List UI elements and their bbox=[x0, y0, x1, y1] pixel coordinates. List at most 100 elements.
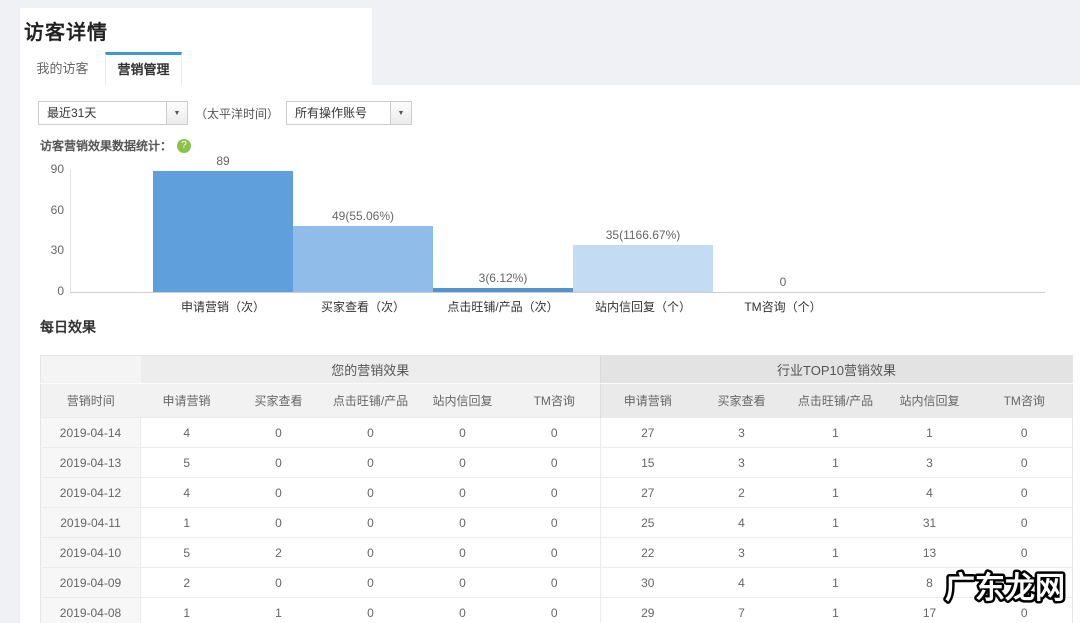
y-axis-line bbox=[70, 170, 71, 292]
your-effect-group-header: 您的营销效果 bbox=[140, 355, 601, 384]
your-effect-cell: 5 bbox=[140, 447, 233, 478]
column-header: TM咨询 bbox=[508, 383, 601, 418]
your-effect-cell: 0 bbox=[416, 417, 509, 448]
your-effect-cell: 0 bbox=[324, 537, 417, 568]
industry-effect-cell: 0 bbox=[976, 447, 1073, 478]
your-effect-cell: 0 bbox=[324, 567, 417, 598]
table-row: 2019-04-11 1 0 0 0 0 25 4 1 31 0 bbox=[40, 507, 1073, 538]
chart-y-tick: 90 bbox=[50, 162, 64, 176]
your-effect-cell: 1 bbox=[232, 597, 325, 623]
industry-effect-cell: 13 bbox=[882, 537, 977, 568]
date-cell: 2019-04-13 bbox=[40, 447, 141, 478]
daily-effect-table: 您的营销效果 行业TOP10营销效果 营销时间 申请营销 买家查看 点击旺铺/产品 站内… bbox=[40, 355, 1074, 623]
chart-section-label: 访客营销效果数据统计： bbox=[40, 139, 173, 153]
table-row: 2019-04-13 5 0 0 0 0 15 3 1 3 0 bbox=[40, 447, 1073, 478]
your-effect-cell: 0 bbox=[416, 507, 509, 538]
date-range-select[interactable]: 最近31天 ▼ bbox=[38, 101, 188, 125]
industry-effect-cell: 1 bbox=[788, 537, 883, 568]
chart-bar bbox=[573, 244, 713, 292]
industry-effect-cell: 8 bbox=[882, 567, 977, 598]
table-row: 2019-04-08 1 1 0 0 0 29 7 1 17 0 bbox=[40, 597, 1073, 623]
industry-effect-cell: 0 bbox=[976, 537, 1073, 568]
account-value: 所有操作账号 bbox=[295, 106, 368, 120]
industry-effect-cell: 4 bbox=[694, 567, 789, 598]
chart-x-axis-label: TM咨询（个） bbox=[744, 300, 822, 314]
table-row: 2019-04-14 4 0 0 0 0 27 3 1 1 0 bbox=[40, 417, 1073, 448]
page: 访客详情 我的访客 营销管理 最近31天 ▼ （太平洋时间） 所有操作账号 ▼ … bbox=[0, 0, 1080, 623]
your-effect-cell: 0 bbox=[324, 597, 417, 623]
industry-effect-cell: 27 bbox=[600, 477, 695, 508]
your-effect-cell: 0 bbox=[508, 417, 601, 448]
column-header: 申请营销 bbox=[600, 383, 695, 418]
chart-bar-value-label: 89 bbox=[216, 154, 230, 169]
table-row: 2019-04-09 2 0 0 0 0 30 4 1 8 0 bbox=[40, 567, 1073, 598]
industry-effect-cell: 30 bbox=[600, 567, 695, 598]
chart-section-header: 访客营销效果数据统计： ? bbox=[40, 137, 192, 154]
help-icon[interactable]: ? bbox=[177, 138, 192, 153]
industry-effect-cell: 3 bbox=[694, 417, 789, 448]
your-effect-cell: 0 bbox=[416, 597, 509, 623]
chart-y-tick: 0 bbox=[57, 284, 64, 298]
industry-effect-cell: 3 bbox=[694, 537, 789, 568]
industry-top10-group-header: 行业TOP10营销效果 bbox=[599, 355, 1073, 384]
account-select[interactable]: 所有操作账号 ▼ bbox=[286, 101, 413, 125]
marketing-time-column-header: 营销时间 bbox=[40, 383, 141, 418]
your-effect-cell: 0 bbox=[232, 417, 325, 448]
industry-effect-cell: 4 bbox=[694, 507, 789, 538]
column-header: 站内信回复 bbox=[882, 383, 977, 418]
tab-my-visitors[interactable]: 我的访客 bbox=[20, 52, 105, 85]
industry-effect-cell: 31 bbox=[882, 507, 977, 538]
industry-effect-cell: 25 bbox=[600, 507, 695, 538]
industry-effect-cell: 27 bbox=[600, 417, 695, 448]
chart-x-axis-label: 站内信回复（个） bbox=[594, 300, 691, 314]
industry-effect-cell: 1 bbox=[882, 417, 977, 448]
table-row: 2019-04-10 5 2 0 0 0 22 3 1 13 0 bbox=[40, 537, 1073, 568]
x-axis-line bbox=[70, 292, 1045, 293]
industry-effect-cell: 3 bbox=[694, 447, 789, 478]
your-effect-cell: 0 bbox=[508, 597, 601, 623]
your-effect-cell: 0 bbox=[416, 537, 509, 568]
group-header-row: 您的营销效果 行业TOP10营销效果 bbox=[40, 355, 1073, 384]
industry-effect-cell: 17 bbox=[882, 597, 977, 623]
chevron-down-icon[interactable]: ▼ bbox=[390, 102, 412, 124]
date-range-value: 最近31天 bbox=[47, 106, 97, 120]
your-effect-cell: 0 bbox=[508, 567, 601, 598]
industry-effect-cell: 0 bbox=[976, 477, 1073, 508]
chart-x-axis-label: 买家查看（次） bbox=[320, 300, 405, 314]
your-effect-cell: 4 bbox=[140, 477, 233, 508]
column-header: 站内信回复 bbox=[416, 383, 509, 418]
industry-effect-cell: 0 bbox=[976, 417, 1073, 448]
column-header: TM咨询 bbox=[976, 383, 1073, 418]
your-effect-cell: 0 bbox=[508, 447, 601, 478]
chart-bar bbox=[153, 171, 293, 292]
industry-effect-cell: 0 bbox=[976, 507, 1073, 538]
timezone-note: （太平洋时间） bbox=[195, 106, 280, 121]
page-title: 访客详情 bbox=[24, 22, 108, 44]
date-cell: 2019-04-12 bbox=[40, 477, 141, 508]
your-effect-cell: 0 bbox=[232, 477, 325, 508]
your-effect-cell: 5 bbox=[140, 537, 233, 568]
chart-x-axis-label: 申请营销（次） bbox=[180, 300, 265, 314]
your-effect-cell: 0 bbox=[416, 567, 509, 598]
your-effect-cell: 2 bbox=[140, 567, 233, 598]
corner-cell bbox=[40, 355, 141, 384]
industry-effect-cell: 3 bbox=[882, 447, 977, 478]
chevron-down-icon[interactable]: ▼ bbox=[166, 102, 187, 124]
industry-effect-cell: 7 bbox=[694, 597, 789, 623]
industry-effect-cell: 0 bbox=[976, 567, 1073, 598]
chart-bar bbox=[433, 287, 573, 292]
tab-marketing-management[interactable]: 营销管理 bbox=[105, 52, 182, 85]
date-cell: 2019-04-08 bbox=[40, 597, 141, 623]
daily-effect-title: 每日效果 bbox=[40, 319, 96, 335]
chart-bar-value-label: 35(1166.67%) bbox=[605, 227, 681, 242]
column-header-row: 营销时间 申请营销 买家查看 点击旺铺/产品 站内信回复 TM咨询 申请营销 买家查看 点击旺铺… bbox=[40, 383, 1073, 418]
chart-bar-value-label: 0 bbox=[779, 275, 787, 289]
industry-effect-cell: 22 bbox=[600, 537, 695, 568]
industry-effect-cell: 1 bbox=[788, 477, 883, 508]
date-cell: 2019-04-14 bbox=[40, 417, 141, 448]
your-effect-cell: 0 bbox=[232, 447, 325, 478]
your-effect-cell: 0 bbox=[508, 537, 601, 568]
industry-effect-cell: 4 bbox=[882, 477, 977, 508]
date-cell: 2019-04-10 bbox=[40, 537, 141, 568]
industry-effect-cell: 15 bbox=[600, 447, 695, 478]
